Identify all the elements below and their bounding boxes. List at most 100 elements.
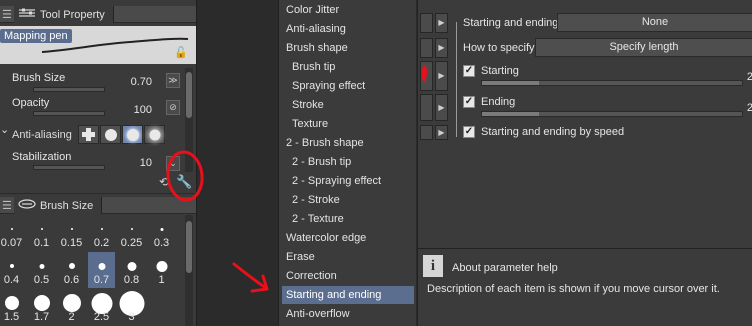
category-item[interactable]: Starting and ending: [282, 286, 414, 304]
starting-and-ending-label: Starting and ending: [463, 17, 559, 29]
category-item[interactable]: 2 - Brush tip: [282, 153, 414, 171]
starting-slider[interactable]: [481, 80, 743, 86]
brush-size-value-label: 0.6: [63, 274, 80, 286]
category-item[interactable]: Correction: [282, 267, 414, 285]
starting-swatch[interactable]: [420, 61, 433, 91]
starting-and-ending-swatch[interactable]: [420, 13, 433, 33]
tool-property-scrollbar[interactable]: [185, 68, 193, 172]
category-item[interactable]: Anti-aliasing: [282, 20, 414, 38]
brush-size-dot: [68, 263, 75, 269]
brush-size-value-label: 0.1: [33, 237, 50, 249]
brush-size-cell[interactable]: 1.7: [28, 289, 55, 325]
brush-size-menu-icon[interactable]: ☰: [2, 199, 12, 212]
tool-property-header: ☰ Tool Property: [0, 6, 196, 23]
brush-size-cell[interactable]: 0.7: [88, 252, 115, 288]
ending-play-button[interactable]: ▶: [435, 94, 448, 121]
starting-checkbox[interactable]: ✓: [463, 65, 475, 77]
brush-size-scrollbar[interactable]: [185, 215, 193, 326]
by-speed-label: Starting and ending by speed: [481, 126, 625, 138]
starting-and-ending-dropdown[interactable]: None: [557, 13, 752, 32]
brush-size-cell[interactable]: 0.6: [58, 252, 85, 288]
brush-size-cell[interactable]: 3: [118, 289, 145, 325]
category-item[interactable]: Stroke: [282, 96, 414, 114]
brush-size-property: Brush Size 0.70 ≫: [0, 72, 182, 94]
ending-checkbox[interactable]: ✓: [463, 96, 475, 108]
category-item[interactable]: Erase: [282, 248, 414, 266]
opacity-slider[interactable]: [33, 111, 105, 116]
opacity-value[interactable]: 100: [134, 104, 152, 116]
parameter-help-panel: i About parameter help Description of ea…: [417, 248, 752, 326]
stabilization-slider[interactable]: [33, 165, 105, 170]
brush-size-dot: [10, 228, 13, 230]
brush-size-cell[interactable]: 0.4: [0, 252, 25, 288]
brush-size-dot: [62, 294, 81, 312]
brush-size-cell[interactable]: 2: [58, 289, 85, 325]
how-to-specify-row: ▶ How to specify Specify length: [418, 38, 752, 58]
category-item[interactable]: 2 - Brush shape: [282, 134, 414, 152]
anti-aliasing-none-option[interactable]: [78, 125, 99, 144]
how-to-specify-dropdown[interactable]: Specify length: [535, 38, 752, 57]
category-item[interactable]: 2 - Texture: [282, 210, 414, 228]
ending-value[interactable]: 2: [747, 102, 752, 114]
tool-property-panel: ☰ Tool Property Mapping pen 🔓 Brush Size…: [0, 0, 197, 326]
brush-size-cell[interactable]: 0.2: [88, 215, 115, 251]
brush-size-cell[interactable]: 2.5: [88, 289, 115, 325]
category-item[interactable]: 2 - Spraying effect: [282, 172, 414, 190]
brush-size-value-label: 0.4: [3, 274, 20, 286]
brush-size-dot: [98, 262, 105, 270]
brush-size-value-label: 1.7: [33, 311, 50, 323]
brush-size-value-label: 0.8: [123, 274, 140, 286]
starting-play-button[interactable]: ▶: [435, 61, 448, 91]
brush-size-value-label: 3: [128, 311, 135, 323]
stabilization-expand-button[interactable]: ⌄: [166, 156, 180, 171]
how-to-specify-play-button[interactable]: ▶: [435, 38, 448, 58]
brush-size-value[interactable]: 0.70: [131, 76, 152, 88]
category-item[interactable]: Brush shape: [282, 39, 414, 57]
brush-size-dot: [70, 228, 73, 230]
reset-icon[interactable]: ⟲: [159, 175, 169, 189]
by-speed-swatch[interactable]: [420, 125, 433, 140]
brush-size-cell[interactable]: 0.07: [0, 215, 25, 251]
ending-slider[interactable]: [481, 111, 743, 117]
brush-size-cell[interactable]: 0.1: [28, 215, 55, 251]
brush-size-cell[interactable]: 1: [148, 252, 175, 288]
starting-and-ending-play-button[interactable]: ▶: [435, 13, 448, 33]
by-speed-play-button[interactable]: ▶: [435, 125, 448, 140]
how-to-specify-swatch[interactable]: [420, 38, 433, 58]
by-speed-checkbox[interactable]: ✓: [463, 126, 475, 138]
tab-tool-property[interactable]: Tool Property: [14, 6, 114, 23]
opacity-dynamics-button[interactable]: ⊘: [166, 100, 180, 115]
brush-size-scroll-thumb[interactable]: [186, 221, 192, 273]
category-item[interactable]: Texture: [282, 115, 414, 133]
brush-size-dynamics-button[interactable]: ≫: [166, 73, 180, 88]
category-item[interactable]: 2 - Stroke: [282, 191, 414, 209]
tool-property-scroll-thumb[interactable]: [186, 72, 192, 118]
starting-value[interactable]: 2: [747, 71, 752, 83]
brush-size-header: ☰ Brush Size: [0, 197, 196, 214]
aa-medium-icon: [126, 128, 139, 141]
anti-aliasing-weak-option[interactable]: [100, 125, 121, 144]
brush-size-cell[interactable]: 0.25: [118, 215, 145, 251]
category-item[interactable]: Color Jitter: [282, 1, 414, 19]
category-item[interactable]: Watercolor edge: [282, 229, 414, 247]
category-item[interactable]: Brush tip: [282, 58, 414, 76]
brush-size-cell[interactable]: 0.15: [58, 215, 85, 251]
brush-size-cell[interactable]: 0.8: [118, 252, 145, 288]
help-title: About parameter help: [452, 262, 558, 274]
ending-swatch[interactable]: [420, 94, 433, 121]
stabilization-value[interactable]: 10: [140, 157, 152, 169]
anti-aliasing-strong-option[interactable]: [144, 125, 165, 144]
category-item[interactable]: Anti-overflow: [282, 305, 414, 323]
wrench-icon[interactable]: 🔧: [176, 174, 192, 190]
starting-label: Starting: [481, 65, 519, 77]
starting-and-ending-row: ▶ Starting and ending None: [418, 13, 752, 33]
lock-icon[interactable]: 🔓: [174, 46, 188, 59]
brush-size-cell[interactable]: 1.5: [0, 289, 25, 325]
anti-aliasing-medium-option[interactable]: [122, 125, 143, 144]
brush-size-cell[interactable]: 0.5: [28, 252, 55, 288]
category-item[interactable]: Spraying effect: [282, 77, 414, 95]
panel-menu-icon[interactable]: ☰: [2, 8, 12, 21]
brush-size-cell[interactable]: 0.3: [148, 215, 175, 251]
brush-size-slider[interactable]: [33, 87, 105, 92]
tab-brush-size[interactable]: Brush Size: [14, 197, 103, 214]
